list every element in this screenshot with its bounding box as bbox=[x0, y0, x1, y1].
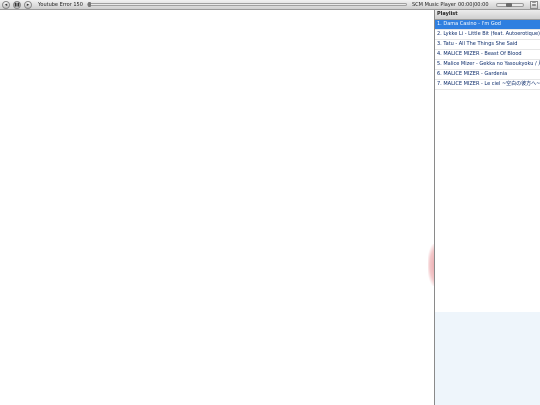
playlist-item[interactable]: 7. MALICE MIZER - Le ciel ~空白の彼方へ~ bbox=[435, 80, 540, 90]
seek-knob[interactable] bbox=[88, 2, 91, 7]
playlist-item[interactable]: 4. MALICE MIZER - Beast Of Blood bbox=[435, 50, 540, 60]
playlist-items: 1. Dama Casino - I'm God 2. Lykke Li - Li… bbox=[435, 20, 540, 312]
seek-bar[interactable] bbox=[87, 2, 407, 7]
video-area bbox=[0, 10, 434, 405]
player-brand: SCM Music Player bbox=[412, 2, 456, 8]
playlist-item[interactable]: 5. Malice Mizer - Gekka no Yasoukyoku / … bbox=[435, 60, 540, 70]
previous-button[interactable]: ◂ bbox=[2, 1, 10, 9]
playlist-item[interactable]: 2. Lykke Li - Little Bit (feat. Autoerot… bbox=[435, 30, 540, 40]
volume-knob[interactable] bbox=[506, 3, 512, 7]
pause-button[interactable]: ▮▮ bbox=[13, 1, 21, 9]
playlist-toggle-button[interactable]: ☰ bbox=[530, 1, 538, 9]
playlist-item[interactable]: 1. Dama Casino - I'm God bbox=[435, 20, 540, 30]
next-button[interactable]: ▸ bbox=[24, 1, 32, 9]
volume-slider[interactable] bbox=[496, 3, 524, 7]
playlist-item[interactable]: 3. Tatu - All The Things She Said bbox=[435, 40, 540, 50]
playlist-item[interactable]: 6. MALICE MIZER - Gardenia bbox=[435, 70, 540, 80]
playlist-title: Playlist bbox=[435, 10, 540, 20]
now-playing-title: Youtube Error 150 bbox=[38, 2, 83, 8]
playlist-panel: Playlist 1. Dama Casino - I'm God 2. Lykk… bbox=[434, 10, 540, 405]
player-bar: ◂ ▮▮ ▸ Youtube Error 150 SCM Music Playe… bbox=[0, 0, 540, 10]
time-display: 00:00|00:00 bbox=[458, 2, 489, 8]
